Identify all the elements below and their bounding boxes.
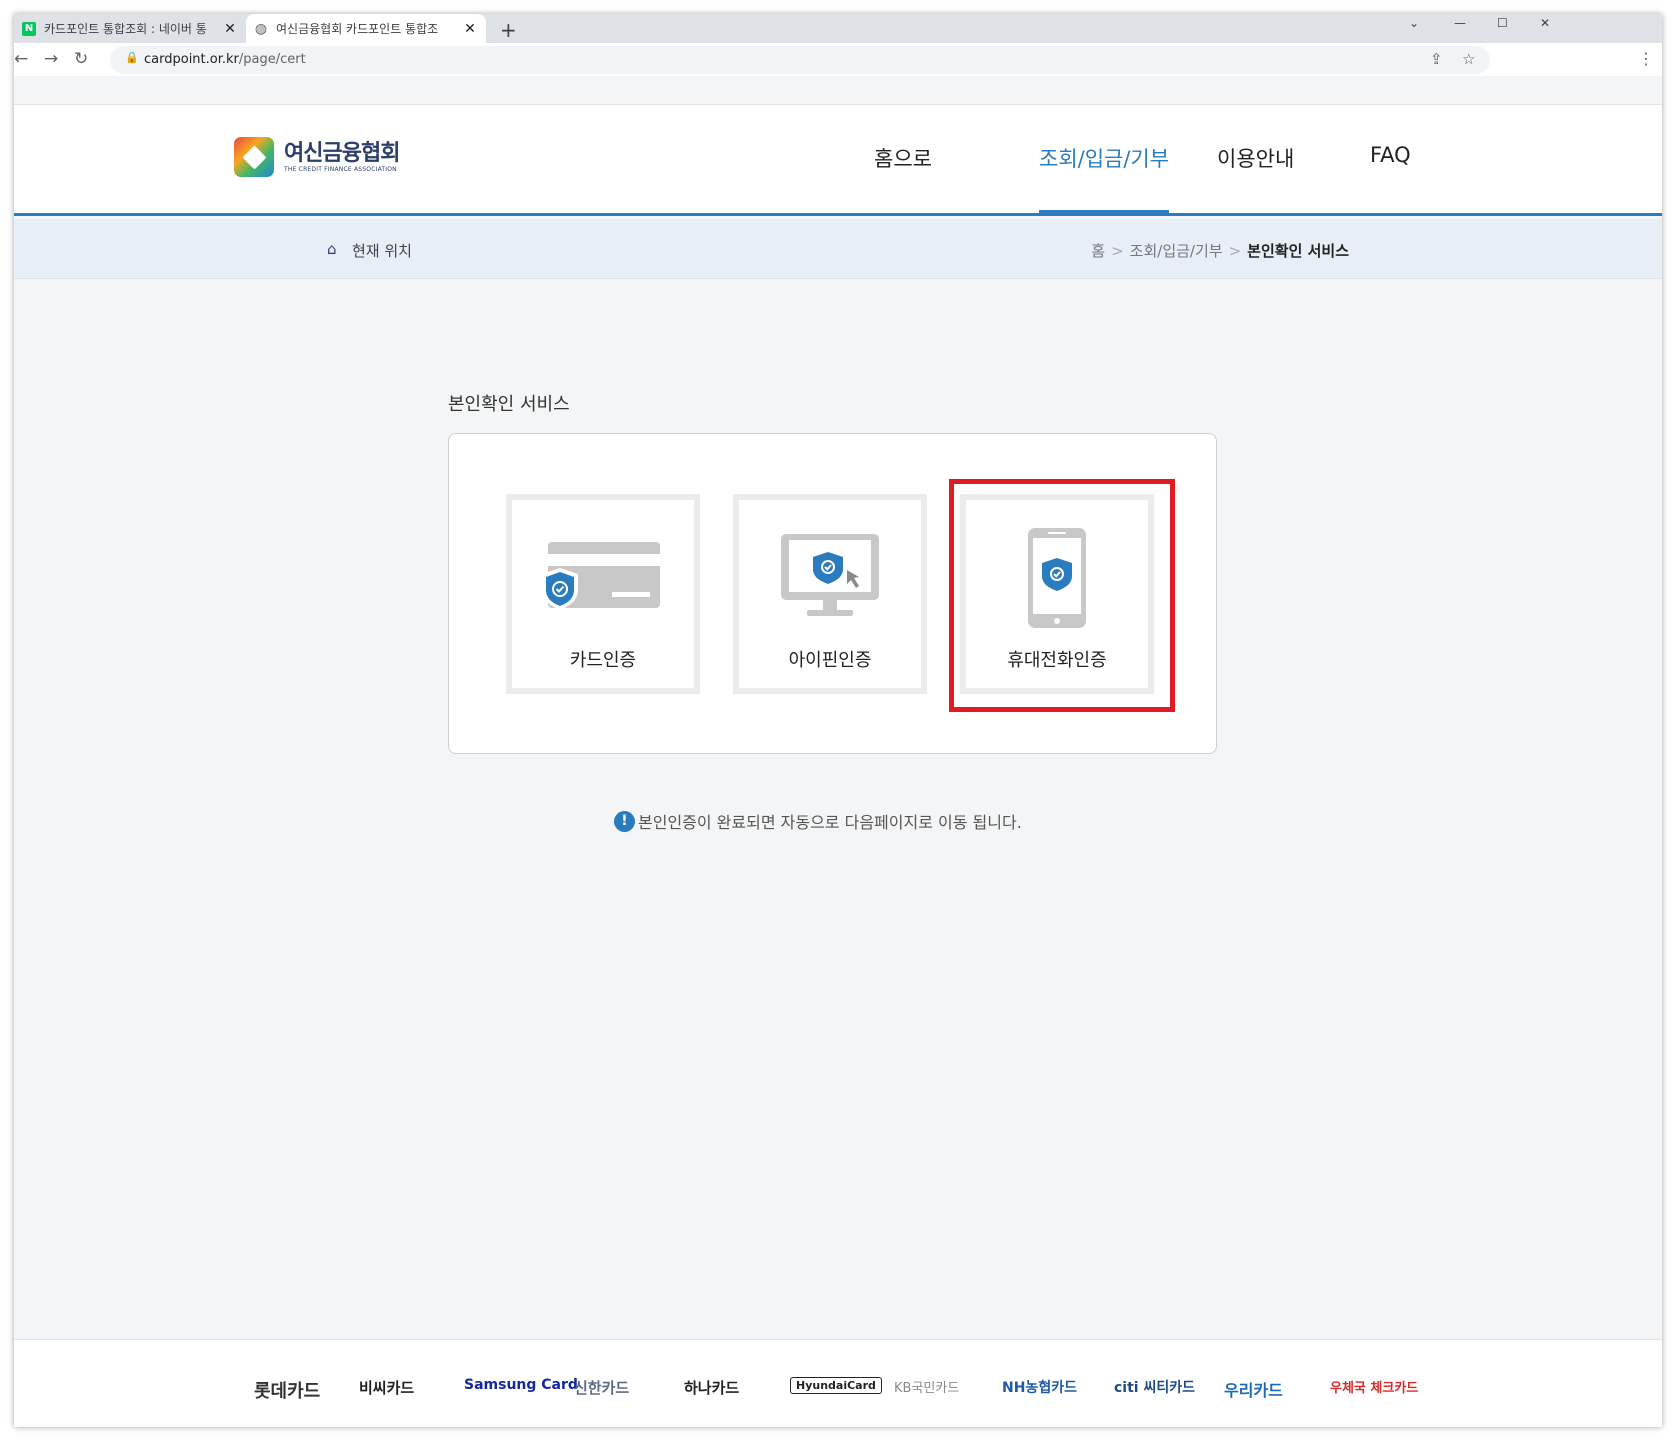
breadcrumb-current: 본인확인 서비스 (1247, 242, 1349, 260)
card-shield-icon (542, 542, 660, 610)
close-tab-icon[interactable]: ✕ (460, 21, 480, 37)
address-bar[interactable]: 🔒 cardpoint.or.kr/page/cert ⇪ ☆ (110, 46, 1490, 74)
nav-home[interactable]: 홈으로 (874, 143, 932, 173)
brand-samsung[interactable]: Samsung Card (464, 1377, 578, 1393)
brand-kb[interactable]: KB국민카드 (894, 1377, 959, 1396)
brand-hyundai[interactable]: HyundaiCard (790, 1377, 882, 1394)
maximize-icon[interactable]: ☐ (1497, 16, 1508, 30)
option-label: 카드인증 (569, 650, 637, 671)
tab-naver[interactable]: N 카드포인트 통합조회 : 네이버 통 ✕ (14, 14, 246, 43)
brand-nh[interactable]: NH농협카드 (1002, 1377, 1077, 1397)
share-icon[interactable]: ⇪ (1430, 50, 1443, 68)
new-tab-icon[interactable]: + (500, 18, 517, 42)
brand-shinhan[interactable]: 신한카드 (574, 1377, 629, 1398)
monitor-shield-icon (781, 534, 879, 616)
brand-citi[interactable]: citi 씨티카드 (1114, 1377, 1195, 1397)
lock-icon: 🔒 (125, 51, 139, 64)
option-label: 아이핀인증 (788, 650, 872, 671)
tab-title: 카드포인트 통합조회 : 네이버 통 (44, 22, 207, 36)
brand-hana[interactable]: 하나카드 (684, 1377, 739, 1398)
bookmark-star-icon[interactable]: ☆ (1462, 50, 1475, 68)
nav-guide[interactable]: 이용안내 (1217, 143, 1294, 173)
brand-lotte[interactable]: 롯데카드 (254, 1377, 320, 1403)
notice-text: 본인인증이 완료되면 자동으로 다음페이지로 이동 됩니다. (638, 813, 1022, 832)
logo-mark-icon (234, 137, 274, 177)
active-nav-underline (1039, 210, 1169, 216)
footer-card-brands: 롯데카드 비씨카드 Samsung Card 신한카드 하나카드 Hyundai… (14, 1339, 1662, 1427)
browser-toolbar: ← → ↻ 🔒 cardpoint.or.kr/page/cert ⇪ ☆ ⋮ (14, 43, 1662, 76)
nav-faq[interactable]: FAQ (1370, 143, 1411, 167)
selection-highlight-box (949, 479, 1175, 712)
close-tab-icon[interactable]: ✕ (220, 21, 240, 37)
auto-redirect-notice: ! 본인인증이 완료되면 자동으로 다음페이지로 이동 됩니다. (614, 809, 1022, 833)
tab-search-icon[interactable]: ⌄ (1409, 16, 1419, 30)
brand-bc[interactable]: 비씨카드 (359, 1377, 414, 1398)
globe-favicon-icon: ◍ (254, 20, 268, 37)
forward-arrow-icon[interactable]: → (44, 49, 58, 69)
browser-menu-icon[interactable]: ⋮ (1638, 49, 1654, 68)
back-arrow-icon[interactable]: ← (14, 49, 28, 69)
browser-window: N 카드포인트 통합조회 : 네이버 통 ✕ ◍ 여신금융협회 카드포인트 통합… (14, 14, 1662, 1427)
breadcrumb-home[interactable]: 홈 (1091, 242, 1105, 260)
location-bar: ⌂ 현재 위치 홈 > 조회/입금/기부 > 본인확인 서비스 (14, 219, 1662, 279)
card-cert-button[interactable]: 카드인증 (506, 494, 700, 694)
url-text[interactable]: cardpoint.or.kr/page/cert (144, 52, 306, 67)
breadcrumb-separator: > (1228, 242, 1242, 260)
naver-favicon-icon: N (22, 21, 36, 36)
tab-bar: N 카드포인트 통합조회 : 네이버 통 ✕ ◍ 여신금융협회 카드포인트 통합… (14, 14, 1662, 43)
info-exclamation-icon: ! (614, 810, 635, 832)
site-header: 여신금융협회 THE CREDIT FINANCE ASSOCIATION 홈으… (14, 104, 1662, 216)
logo-english: THE CREDIT FINANCE ASSOCIATION (284, 165, 397, 173)
brand-woori[interactable]: 우리카드 (1224, 1377, 1283, 1401)
site-logo[interactable]: 여신금융협회 THE CREDIT FINANCE ASSOCIATION (234, 137, 400, 177)
breadcrumb-inquiry[interactable]: 조회/입금/기부 (1130, 242, 1223, 260)
minimize-icon[interactable]: — (1454, 16, 1466, 30)
page-title: 본인확인 서비스 (448, 394, 570, 415)
ipin-cert-button[interactable]: 아이핀인증 (733, 494, 927, 694)
home-icon: ⌂ (327, 240, 337, 258)
reload-icon[interactable]: ↻ (74, 49, 88, 69)
tab-cardpoint[interactable]: ◍ 여신금융협회 카드포인트 통합조 ✕ (246, 14, 486, 43)
nav-inquiry[interactable]: 조회/입금/기부 (1039, 143, 1169, 173)
tab-title: 여신금융협회 카드포인트 통합조 (276, 22, 439, 36)
breadcrumb-separator: > (1111, 242, 1124, 260)
window-close-icon[interactable]: ✕ (1540, 16, 1550, 30)
brand-epost[interactable]: 우체국 체크카드 (1330, 1377, 1418, 1396)
breadcrumb: 홈 > 조회/입금/기부 > 본인확인 서비스 (1091, 240, 1349, 261)
location-label: 현재 위치 (352, 242, 412, 260)
logo-korean: 여신금융협회 (284, 140, 400, 166)
cert-options-box: 카드인증 아이핀인증 휴대전화인증 (448, 433, 1217, 754)
